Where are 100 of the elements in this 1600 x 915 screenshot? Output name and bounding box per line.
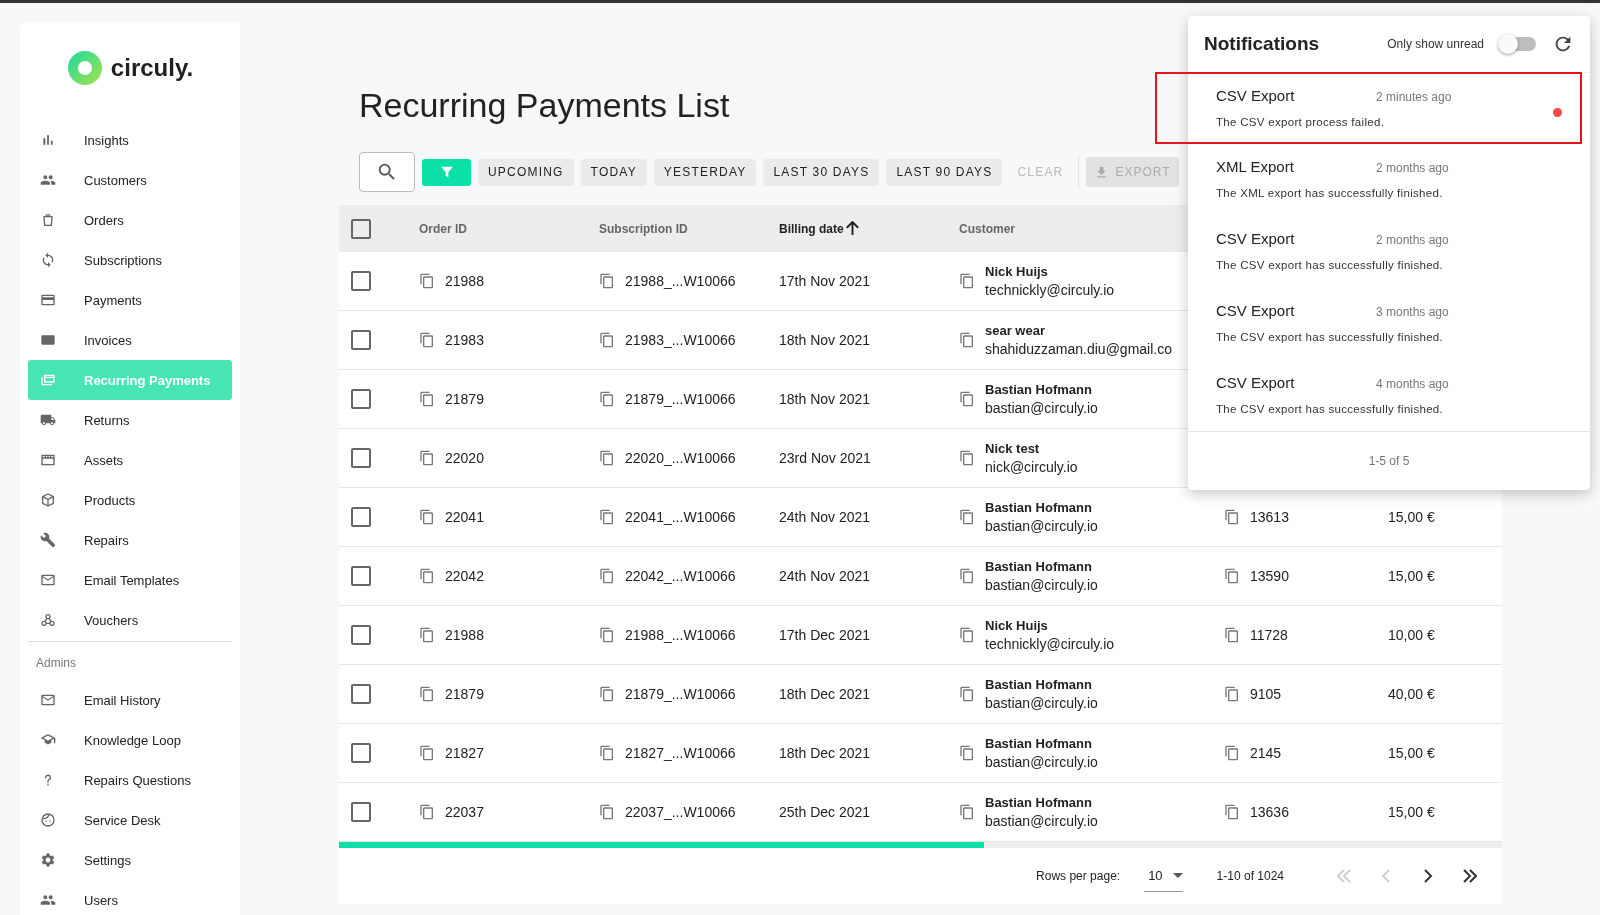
copy-icon[interactable]	[959, 745, 975, 761]
sidebar-item[interactable]: Insights	[28, 120, 232, 160]
rows-per-page-select[interactable]: 10	[1144, 860, 1183, 892]
notification-message: The CSV export has successfully finished.	[1216, 330, 1445, 343]
checkbox[interactable]	[351, 218, 371, 239]
copy-icon[interactable]	[599, 509, 615, 525]
copy-icon[interactable]	[419, 627, 435, 643]
copy-icon[interactable]	[959, 686, 975, 702]
checkbox[interactable]	[351, 566, 371, 586]
checkbox[interactable]	[351, 625, 371, 645]
customer-name: Bastian Hofmann	[985, 500, 1093, 515]
copy-icon[interactable]	[419, 568, 435, 584]
sidebar-item[interactable]: Users	[28, 880, 232, 915]
double-chevron-icon	[1337, 869, 1351, 883]
table-cell: 2145	[1250, 745, 1282, 761]
copy-icon[interactable]	[1224, 568, 1240, 584]
customer-name: Nick test	[985, 441, 1041, 456]
copy-icon[interactable]	[959, 509, 975, 525]
sidebar-item[interactable]: Products	[28, 480, 232, 520]
filter-chip[interactable]: TODAY	[580, 158, 647, 186]
checkbox[interactable]	[351, 271, 371, 291]
chevron-icon	[1379, 869, 1393, 883]
checkbox[interactable]	[351, 743, 371, 763]
table-cell: 13590	[1250, 568, 1289, 584]
copy-icon[interactable]	[959, 391, 975, 407]
toggle-switch[interactable]	[1500, 36, 1536, 51]
copy-icon[interactable]	[959, 804, 975, 820]
copy-icon[interactable]	[599, 273, 615, 289]
copy-icon[interactable]	[599, 686, 615, 702]
notification-item[interactable]: CSV Export 2 months ago The CSV export has successfully finished.	[1188, 216, 1590, 288]
copy-icon[interactable]	[1224, 627, 1240, 643]
notification-item[interactable]: CSV Export 3 months ago The CSV export has successfully finished.	[1188, 287, 1590, 360]
copy-icon[interactable]	[419, 686, 435, 702]
sidebar-item[interactable]: Invoices	[28, 320, 232, 360]
column-header[interactable]: Customer	[959, 221, 1015, 236]
filter-chip[interactable]: UPCOMING	[478, 158, 574, 186]
copy-icon[interactable]	[959, 568, 975, 584]
checkbox[interactable]	[351, 448, 371, 468]
table-cell: 17th Nov 2021	[779, 273, 871, 289]
copy-icon[interactable]	[419, 509, 435, 525]
rows-per-page-label: Rows per page:	[1036, 869, 1121, 883]
sidebar-item[interactable]: Assets	[28, 440, 232, 480]
filter-chip[interactable]: YESTERDAY	[653, 158, 757, 186]
customer-name: Nick Huijs	[985, 618, 1049, 633]
copy-icon[interactable]	[1224, 509, 1240, 525]
copy-icon[interactable]	[959, 332, 975, 348]
scrollbar-thumb[interactable]	[339, 842, 985, 848]
copy-icon[interactable]	[1224, 804, 1240, 820]
sidebar-item[interactable]: Payments	[28, 280, 232, 320]
bar-chart-icon	[40, 132, 56, 148]
customer-name: Nick Huijs	[985, 264, 1049, 279]
sidebar-item[interactable]: Repairs	[28, 520, 232, 560]
column-header[interactable]: Billing date	[779, 221, 844, 236]
filter-chip[interactable]: LAST 30 DAYS	[763, 158, 880, 186]
copy-icon[interactable]	[419, 450, 435, 466]
column-header[interactable]: Subscription ID	[599, 221, 688, 236]
checkbox[interactable]	[351, 330, 371, 350]
copy-icon[interactable]	[599, 745, 615, 761]
copy-icon[interactable]	[1224, 686, 1240, 702]
sidebar-item[interactable]: Subscriptions	[28, 240, 232, 280]
copy-icon[interactable]	[599, 568, 615, 584]
sidebar-item[interactable]: Email History	[28, 680, 232, 720]
copy-icon[interactable]	[419, 804, 435, 820]
copy-icon[interactable]	[419, 391, 435, 407]
search-button[interactable]	[359, 152, 415, 192]
copy-icon[interactable]	[599, 627, 615, 643]
sidebar-item[interactable]: Orders	[28, 200, 232, 240]
column-header[interactable]: Order ID	[419, 221, 467, 236]
table-cell: 10,00 €	[1388, 627, 1435, 643]
notification-time: 2 months ago	[1376, 233, 1449, 248]
notification-item[interactable]: XML Export 2 months ago The XML export has successfully finished.	[1188, 144, 1590, 217]
notification-item[interactable]: CSV Export 2 minutes ago The CSV export process failed.	[1188, 72, 1590, 145]
copy-icon[interactable]	[419, 273, 435, 289]
sidebar-item[interactable]: Vouchers	[28, 600, 232, 640]
sidebar-item[interactable]: Email Templates	[28, 560, 232, 600]
sidebar-item[interactable]: Returns	[28, 400, 232, 440]
checkbox[interactable]	[351, 684, 371, 704]
sidebar-item[interactable]: Settings	[28, 840, 232, 880]
sidebar-item[interactable]: Knowledge Loop	[28, 720, 232, 760]
checkbox[interactable]	[351, 389, 371, 409]
copy-icon[interactable]	[1224, 745, 1240, 761]
checkbox[interactable]	[351, 507, 371, 527]
stacked-cards-icon	[40, 372, 56, 388]
copy-icon[interactable]	[959, 450, 975, 466]
checkbox[interactable]	[351, 802, 371, 822]
copy-icon[interactable]	[599, 450, 615, 466]
table-cell: 21988_...W10066	[625, 627, 736, 643]
copy-icon[interactable]	[419, 745, 435, 761]
copy-icon[interactable]	[959, 273, 975, 289]
copy-icon[interactable]	[599, 804, 615, 820]
filter-chip[interactable]: LAST 90 DAYS	[886, 158, 1003, 186]
copy-icon[interactable]	[599, 391, 615, 407]
sidebar-item[interactable]: Customers	[28, 160, 232, 200]
copy-icon[interactable]	[599, 332, 615, 348]
table-cell: 22037	[445, 804, 484, 820]
sidebar-item[interactable]: Service Desk	[28, 800, 232, 840]
notification-item[interactable]: CSV Export 4 months ago The CSV export has successfully finished.	[1188, 359, 1590, 432]
sidebar-item[interactable]: Repairs Questions	[28, 760, 232, 800]
copy-icon[interactable]	[959, 627, 975, 643]
copy-icon[interactable]	[419, 332, 435, 348]
